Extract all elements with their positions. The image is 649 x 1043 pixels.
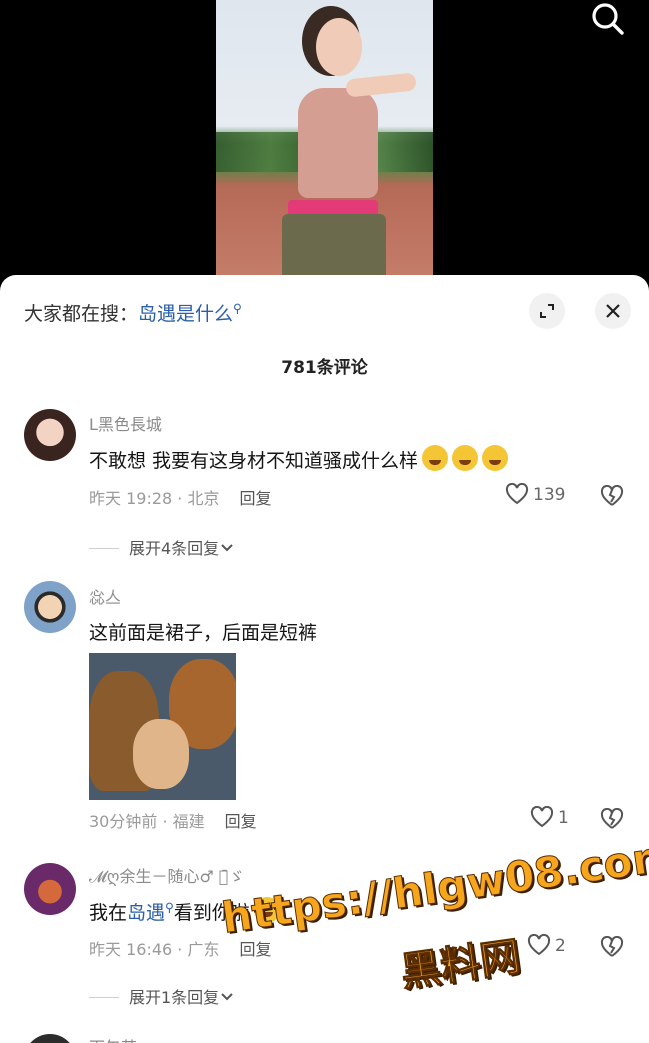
video-frame[interactable] <box>216 0 433 300</box>
comment-meta: 30分钟前 · 福建 回复 <box>89 808 257 832</box>
divider <box>89 548 119 549</box>
reply-button[interactable]: 回复 <box>225 812 257 831</box>
chevron-down-icon <box>221 544 233 552</box>
comment-time-location: 昨天 16:46 · 广东 <box>89 940 220 959</box>
person-head <box>316 18 362 76</box>
search-icon: ⚲ <box>233 301 242 316</box>
heart-icon <box>505 482 529 505</box>
avatar[interactable] <box>24 1034 76 1043</box>
expand-button[interactable] <box>529 293 565 329</box>
comment-time-location: 30分钟前 · 福建 <box>89 812 205 831</box>
expand-replies-label: 展开4条回复 <box>129 539 220 558</box>
like-button[interactable]: 1 <box>530 805 569 828</box>
avatar[interactable] <box>24 409 76 461</box>
meme-man <box>133 719 189 789</box>
like-count: 1 <box>558 808 569 828</box>
comment-username[interactable]: L黑色長城 <box>89 411 162 435</box>
comment-keyword-link[interactable]: 岛遇 <box>127 902 165 924</box>
dislike-button[interactable] <box>600 484 624 511</box>
laugh-cry-emoji <box>482 445 509 471</box>
avatar[interactable] <box>24 581 76 633</box>
expand-icon <box>540 304 554 318</box>
dislike-button[interactable] <box>600 935 624 962</box>
hot-search-bar[interactable]: 大家都在搜：岛遇是什么⚲ <box>24 299 242 326</box>
heart-icon <box>530 805 554 828</box>
laugh-cry-emoji <box>422 445 449 471</box>
comment-username[interactable]: 惢亼 <box>89 584 121 608</box>
avatar[interactable] <box>24 863 76 915</box>
close-button[interactable] <box>595 293 631 329</box>
comment-text[interactable]: 这前面是裙子，后面是短裤 <box>89 618 317 645</box>
comment-text-content: 不敢想 我要有这身材不知道骚成什么样 <box>89 450 419 472</box>
comment-time-location: 昨天 19:28 · 北京 <box>89 489 220 508</box>
divider <box>89 997 119 998</box>
hot-search-keyword[interactable]: 岛遇是什么 <box>138 303 233 325</box>
expand-replies-button[interactable]: 展开4条回复 <box>89 535 235 559</box>
comment-username[interactable]: 下午茶 <box>89 1034 137 1043</box>
search-button[interactable] <box>588 0 630 38</box>
like-count: 139 <box>533 485 566 505</box>
comment-username[interactable]: 𝓜ღ余生－随心♂ ๋̄ゞ <box>89 863 245 887</box>
like-button[interactable]: 139 <box>505 482 566 505</box>
comment-meta: 昨天 19:28 · 北京 回复 <box>89 485 271 509</box>
chevron-down-icon <box>221 993 233 1001</box>
comment-text-part: 我在 <box>89 902 128 924</box>
heart-icon <box>527 933 551 956</box>
video-area[interactable] <box>0 0 649 300</box>
reply-button[interactable]: 回复 <box>239 489 271 508</box>
person-skirt <box>282 214 386 284</box>
broken-heart-icon <box>600 807 624 829</box>
comment-count: 781条评论 <box>281 358 368 378</box>
person-body <box>298 88 378 198</box>
expand-replies-button[interactable]: 展开1条回复 <box>89 984 235 1008</box>
like-count: 2 <box>555 936 566 956</box>
comment-image[interactable] <box>89 653 236 800</box>
broken-heart-icon <box>600 484 624 506</box>
like-button[interactable]: 2 <box>527 933 566 956</box>
broken-heart-icon <box>600 935 624 957</box>
person-arm <box>345 72 417 98</box>
dislike-button[interactable] <box>600 807 624 834</box>
hot-search-prefix: 大家都在搜： <box>24 303 139 325</box>
search-icon <box>592 3 624 35</box>
comment-text[interactable]: 不敢想 我要有这身材不知道骚成什么样 <box>89 445 509 473</box>
laugh-cry-emoji <box>452 445 479 471</box>
expand-replies-label: 展开1条回复 <box>129 988 220 1007</box>
reply-button[interactable]: 回复 <box>239 940 271 959</box>
close-icon <box>606 304 620 318</box>
search-icon: ⚲ <box>165 900 174 915</box>
